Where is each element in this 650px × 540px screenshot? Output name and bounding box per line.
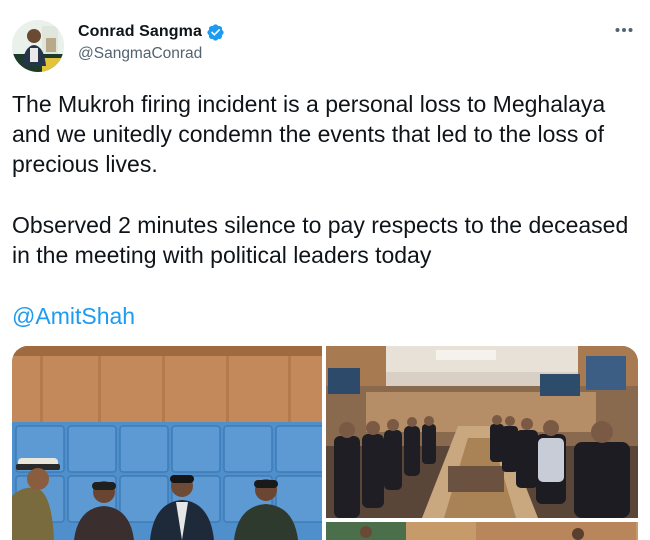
tweet-mention-line: @AmitShah: [12, 301, 632, 331]
author-avatar[interactable]: [12, 20, 64, 72]
author-name[interactable]: Conrad Sangma: [78, 23, 202, 41]
tweet-paragraph: The Mukroh firing incident is a personal…: [12, 91, 606, 177]
author-info: Conrad Sangma @SangmaConrad: [78, 22, 225, 63]
media-photo-2[interactable]: [326, 346, 638, 518]
author-handle[interactable]: @SangmaConrad: [78, 45, 225, 63]
tweet-text: The Mukroh firing incident is a personal…: [12, 89, 632, 331]
more-options-icon[interactable]: [612, 20, 636, 40]
verified-badge-icon: [206, 23, 225, 42]
media-photo-3[interactable]: [326, 522, 638, 540]
mention-link[interactable]: @AmitShah: [12, 303, 135, 329]
tweet-card: Conrad Sangma @SangmaConrad The Mukroh f…: [0, 0, 650, 540]
tweet-paragraph: Observed 2 minutes silence to pay respec…: [12, 212, 629, 268]
media-photo-1[interactable]: [12, 346, 322, 540]
media-grid: [12, 346, 638, 540]
